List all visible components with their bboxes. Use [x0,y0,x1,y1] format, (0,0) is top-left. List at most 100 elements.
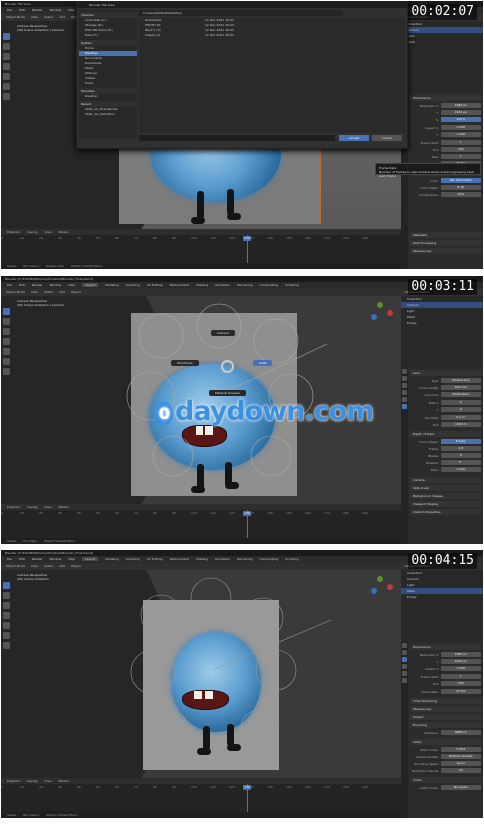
outliner-item[interactable]: Empty [401,594,483,600]
menu-edit[interactable]: Edit [19,8,25,12]
property-value[interactable]: 1.000 [440,666,481,671]
property-value[interactable]: Medium Quality [440,754,481,759]
menu-file[interactable]: File [7,283,12,287]
property-value[interactable]: 0 [440,400,481,405]
tab-modeling[interactable]: Modeling [105,283,119,287]
pie-item-camera[interactable]: Camera [211,330,235,336]
pie-item-solid[interactable]: Solid [253,360,273,366]
path-field[interactable]: C:\Users\Default\Desktop\ [139,10,343,16]
tab-animation[interactable]: Animation [215,557,230,561]
tab-shading[interactable]: Shading [196,557,208,561]
property-value[interactable]: Empty [440,439,481,444]
property-value[interactable]: Millimeters [440,392,481,397]
property-value[interactable]: Perspective [440,378,481,383]
render-tab-icon[interactable] [402,376,407,381]
menu-select[interactable]: Select [44,15,53,19]
frame-ruler[interactable]: 0102030405060708090100110120130140150160… [1,785,401,790]
property-value[interactable]: 0 [440,453,481,458]
tab-texture-paint[interactable]: Texture Paint [169,283,188,287]
tab-rendering[interactable]: Rendering [237,557,252,561]
tab-sculpting[interactable]: Sculpting [126,283,140,287]
menu-keying[interactable]: Keying [27,230,37,234]
tab-uv-editing[interactable]: UV Editing [147,283,163,287]
measure-tool-icon[interactable] [3,93,10,100]
scene-tab-icon[interactable] [402,390,407,395]
mode-selector[interactable]: Object Mode [6,290,25,294]
camera-data-tab-icon[interactable] [402,404,407,409]
section-header[interactable]: Encoding [410,722,481,728]
output-tab-icon[interactable] [402,657,407,662]
scale-tool-icon[interactable] [3,73,10,80]
menu-add[interactable]: Add [59,290,65,294]
property-value[interactable]: 1.000 [440,467,481,472]
tab-uv-editing[interactable]: UV Editing [147,557,163,561]
world-tab-icon[interactable] [402,678,407,683]
menu-window[interactable]: Window [49,8,61,12]
menu-edit[interactable]: Edit [19,283,25,287]
section-header[interactable]: Dimensions [410,95,481,101]
menu-marker[interactable]: Marker [59,505,69,509]
property-value[interactable]: 8 16 [440,185,481,190]
tool-tab-icon[interactable] [402,643,407,648]
outliner-item[interactable]: Mesh [401,39,483,45]
section-header[interactable]: Stereoscopy [410,248,481,254]
section-header[interactable]: Post Processing [410,240,481,246]
property-value[interactable]: 250 [440,681,481,686]
mode-selector[interactable]: Object Mode [6,564,25,568]
move-tool-icon[interactable] [3,53,10,60]
property-value[interactable]: 250 [440,147,481,152]
menu-help[interactable]: Help [68,8,75,12]
tab-texture-paint[interactable]: Texture Paint [169,557,188,561]
property-value[interactable]: 1.000 [440,132,481,137]
tab-sculpting[interactable]: Sculpting [126,557,140,561]
section-header[interactable]: Audio [410,777,481,783]
favorite-item[interactable]: Desktop [79,94,137,99]
tab-compositing[interactable]: Compositing [260,283,279,287]
section-header[interactable]: Camera [410,477,481,483]
current-frame[interactable]: 126 [243,785,251,790]
property-value[interactable]: MPEG-4 [440,730,481,735]
property-value[interactable]: 1920 px [440,659,481,664]
tab-animation[interactable]: Animation [215,283,230,287]
menu-marker[interactable]: Marker [59,779,69,783]
section-header[interactable]: Output [410,714,481,720]
timeline-editor[interactable]: Playback Keying View Marker 0 10 20 30 40 50 6… [1,229,401,269]
cursor-tool-icon[interactable] [3,43,10,50]
menu-file[interactable]: File [7,557,12,561]
menu-view[interactable]: View [44,779,51,783]
section-header[interactable]: Lens [410,370,481,376]
property-value[interactable]: 18 [440,768,481,773]
menu-select[interactable]: Select [44,564,53,568]
tab-shading[interactable]: Shading [196,283,208,287]
property-value[interactable]: 1 [440,154,481,159]
property-value[interactable]: Good [440,761,481,766]
section-header[interactable]: Time Stretching [410,698,481,704]
tab-modeling[interactable]: Modeling [105,557,119,561]
tab-compositing[interactable]: Compositing [260,557,279,561]
section-header[interactable]: Depth of Field [410,431,481,437]
property-value[interactable]: 1.000 [440,125,481,130]
property-value[interactable]: 24 fps [440,689,481,694]
pie-item-wireframe[interactable]: Wireframe [171,360,199,366]
property-value[interactable]: 0° [440,460,481,465]
property-value[interactable]: 100 mm [440,385,481,390]
section-header[interactable]: Video [410,739,481,745]
menu-view[interactable]: View [31,290,38,294]
menu-edit[interactable]: Edit [19,557,25,561]
property-value[interactable]: 15% [440,192,481,197]
recent-item[interactable]: 0001_1A_Animation [79,112,137,117]
menu-add[interactable]: Add [59,15,65,19]
menu-view[interactable]: View [44,505,51,509]
mode-selector[interactable]: Object Mode [6,15,25,19]
menu-help[interactable]: Help [68,283,75,287]
menu-playback[interactable]: Playback [7,505,20,509]
tab-scripting[interactable]: Scripting [285,283,298,287]
menu-playback[interactable]: Playback [7,779,20,783]
tab-scripting[interactable]: Scripting [285,557,298,561]
menu-file[interactable]: File [7,8,12,12]
section-header[interactable]: Safe Areas [410,485,481,491]
menu-render[interactable]: Render [32,557,43,561]
frame-ruler[interactable]: 0102030405060708090100110120130140150160… [1,511,401,516]
menu-window[interactable]: Window [49,557,61,561]
accept-button[interactable]: Accept [339,135,369,141]
